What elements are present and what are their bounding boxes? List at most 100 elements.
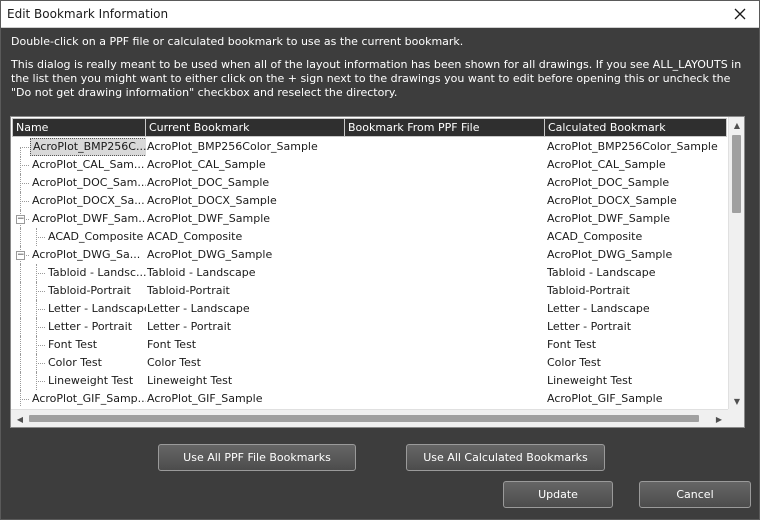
name-cell[interactable]: ACAD_Composite xyxy=(12,228,146,246)
name-cell[interactable]: AcroPlot_BMP256C... xyxy=(12,138,146,156)
current-bookmark-cell[interactable]: Font Test xyxy=(147,336,345,354)
table-row[interactable]: Letter - Landscape Letter - Landscape Lett… xyxy=(12,300,727,318)
calculated-bookmark-cell[interactable]: AcroPlot_DWG_Sample xyxy=(547,246,727,264)
collapse-icon[interactable]: − xyxy=(16,251,25,260)
calculated-bookmark-cell[interactable]: AcroPlot_DOCX_Sample xyxy=(547,192,727,210)
name-cell[interactable]: Lineweight Test xyxy=(12,372,146,390)
calculated-bookmark-cell[interactable]: AcroPlot_DWF_Sample xyxy=(547,210,727,228)
name-label: Letter - Landscape xyxy=(48,302,146,315)
current-bookmark-cell[interactable]: Letter - Portrait xyxy=(147,318,345,336)
scroll-up-icon[interactable]: ▲ xyxy=(729,117,745,133)
current-bookmark-cell[interactable]: Tabloid - Landscape xyxy=(147,264,345,282)
name-cell[interactable]: − AcroPlot_DWF_Sam... xyxy=(12,210,146,228)
scroll-right-icon[interactable]: ▶ xyxy=(711,411,727,427)
note-text: This dialog is really meant to be used w… xyxy=(11,58,742,99)
current-bookmark-cell[interactable]: Letter - Landscape xyxy=(147,300,345,318)
tree-line xyxy=(36,237,45,238)
table-row[interactable]: AcroPlot_GIF_Samp... AcroPlot_GIF_Sample A… xyxy=(12,390,727,407)
current-bookmark-cell[interactable]: AcroPlot_DWG_Sample xyxy=(147,246,345,264)
name-cell[interactable]: AcroPlot_DOCX_Sa... xyxy=(12,192,146,210)
current-bookmark-cell[interactable]: AcroPlot_DWF_Sample xyxy=(147,210,345,228)
name-label: AcroPlot_DOCX_Sa... xyxy=(32,194,145,207)
name-label: ACAD_Composite xyxy=(48,230,144,243)
calculated-bookmark-cell[interactable]: Letter - Landscape xyxy=(547,300,727,318)
bookmark-list[interactable]: Name Current Bookmark Bookmark From PPF … xyxy=(10,116,745,428)
name-cell[interactable]: Tabloid-Portrait xyxy=(12,282,146,300)
use-all-calculated-bookmarks-button[interactable]: Use All Calculated Bookmarks xyxy=(406,444,605,471)
cancel-button[interactable]: Cancel xyxy=(639,481,751,508)
current-bookmark-cell[interactable]: Tabloid-Portrait xyxy=(147,282,345,300)
name-cell[interactable]: Color Test xyxy=(12,354,146,372)
tree-line xyxy=(36,345,45,346)
table-row[interactable]: AcroPlot_BMP256C... AcroPlot_BMP256Color_… xyxy=(12,138,727,156)
update-button[interactable]: Update xyxy=(503,481,613,508)
table-row[interactable]: ACAD_Composite ACAD_Composite ACAD_Composi… xyxy=(12,228,727,246)
name-cell[interactable]: AcroPlot_GIF_Samp... xyxy=(12,390,146,407)
name-cell[interactable]: Letter - Landscape xyxy=(12,300,146,318)
name-label: Color Test xyxy=(48,356,102,369)
calculated-bookmark-cell[interactable]: Tabloid-Portrait xyxy=(547,282,727,300)
column-header-current-bookmark[interactable]: Current Bookmark xyxy=(146,118,345,137)
name-cell[interactable]: AcroPlot_CAL_Sam... xyxy=(12,156,146,174)
vertical-scroll-thumb[interactable] xyxy=(732,135,741,213)
column-header-name[interactable]: Name xyxy=(12,118,146,137)
name-label: Tabloid - Landsc... xyxy=(48,266,146,279)
column-header-calculated-bookmark[interactable]: Calculated Bookmark xyxy=(545,118,727,137)
table-row[interactable]: − AcroPlot_DWF_Sam... AcroPlot_DWF_Sample A… xyxy=(12,210,727,228)
table-row[interactable]: AcroPlot_DOCX_Sa... AcroPlot_DOCX_Sample A… xyxy=(12,192,727,210)
tree-line xyxy=(20,300,21,318)
window-title: Edit Bookmark Information xyxy=(7,7,169,21)
table-row[interactable]: Font Test Font Test Font Test xyxy=(12,336,727,354)
close-button[interactable] xyxy=(725,2,755,26)
scroll-down-icon[interactable]: ▼ xyxy=(729,393,745,409)
current-bookmark-cell[interactable]: AcroPlot_GIF_Sample xyxy=(147,390,345,407)
current-bookmark-cell[interactable]: AcroPlot_DOCX_Sample xyxy=(147,192,345,210)
calculated-bookmark-cell[interactable]: Color Test xyxy=(547,354,727,372)
tree-line xyxy=(20,336,21,354)
horizontal-scroll-thumb[interactable] xyxy=(29,415,699,422)
calculated-bookmark-cell[interactable]: AcroPlot_CAL_Sample xyxy=(547,156,727,174)
table-row[interactable]: Lineweight Test Lineweight Test Lineweight… xyxy=(12,372,727,390)
name-label: AcroPlot_GIF_Samp... xyxy=(32,392,146,405)
tree-line xyxy=(20,183,29,184)
name-cell[interactable]: Tabloid - Landsc... xyxy=(12,264,146,282)
scroll-left-icon[interactable]: ◀ xyxy=(12,411,28,427)
name-cell[interactable]: AcroPlot_DOC_Sam... xyxy=(12,174,146,192)
name-cell[interactable]: Letter - Portrait xyxy=(12,318,146,336)
calculated-bookmark-cell[interactable]: Font Test xyxy=(547,336,727,354)
table-row[interactable]: Tabloid-Portrait Tabloid-Portrait Tabloid-… xyxy=(12,282,727,300)
table-row[interactable]: Letter - Portrait Letter - Portrait Letter… xyxy=(12,318,727,336)
calculated-bookmark-cell[interactable]: ACAD_Composite xyxy=(547,228,727,246)
calculated-bookmark-cell[interactable]: Lineweight Test xyxy=(547,372,727,390)
current-bookmark-cell[interactable]: Color Test xyxy=(147,354,345,372)
tree-line xyxy=(20,201,29,202)
current-bookmark-cell[interactable]: AcroPlot_CAL_Sample xyxy=(147,156,345,174)
name-cell[interactable]: Font Test xyxy=(12,336,146,354)
collapse-icon[interactable]: − xyxy=(16,215,25,224)
edit-bookmark-dialog: Edit Bookmark Information Double-click o… xyxy=(0,0,760,520)
table-row[interactable]: − AcroPlot_DWG_Sa... AcroPlot_DWG_Sample Ac… xyxy=(12,246,727,264)
table-row[interactable]: AcroPlot_DOC_Sam... AcroPlot_DOC_Sample Ac… xyxy=(12,174,727,192)
use-all-ppf-bookmarks-button[interactable]: Use All PPF File Bookmarks xyxy=(158,444,356,471)
calculated-bookmark-cell[interactable]: Tabloid - Landscape xyxy=(547,264,727,282)
close-icon xyxy=(734,8,746,20)
calculated-bookmark-cell[interactable]: AcroPlot_DOC_Sample xyxy=(547,174,727,192)
calculated-bookmark-cell[interactable]: Letter - Portrait xyxy=(547,318,727,336)
column-header-ppf-bookmark[interactable]: Bookmark From PPF File xyxy=(345,118,545,137)
calculated-bookmark-cell[interactable]: AcroPlot_BMP256Color_Sample xyxy=(547,138,727,156)
name-cell[interactable]: − AcroPlot_DWG_Sa... xyxy=(12,246,146,264)
current-bookmark-cell[interactable]: Lineweight Test xyxy=(147,372,345,390)
table-row[interactable]: AcroPlot_CAL_Sam... AcroPlot_CAL_Sample Ac… xyxy=(12,156,727,174)
name-label: AcroPlot_DWF_Sam... xyxy=(32,212,146,225)
name-label: AcroPlot_DWG_Sa... xyxy=(32,248,141,261)
table-row[interactable]: Tabloid - Landsc... Tabloid - Landscape Ta… xyxy=(12,264,727,282)
list-body: AcroPlot_BMP256C... AcroPlot_BMP256Color_… xyxy=(12,138,727,407)
current-bookmark-cell[interactable]: AcroPlot_DOC_Sample xyxy=(147,174,345,192)
current-bookmark-cell[interactable]: AcroPlot_BMP256Color_Sample xyxy=(147,138,345,156)
current-bookmark-cell[interactable]: ACAD_Composite xyxy=(147,228,345,246)
scrollbar-corner xyxy=(728,409,744,427)
table-row[interactable]: Color Test Color Test Color Test xyxy=(12,354,727,372)
horizontal-scrollbar[interactable]: ◀ ▶ xyxy=(11,409,728,427)
vertical-scrollbar[interactable]: ▲ ▼ xyxy=(728,117,744,409)
calculated-bookmark-cell[interactable]: AcroPlot_GIF_Sample xyxy=(547,390,727,407)
